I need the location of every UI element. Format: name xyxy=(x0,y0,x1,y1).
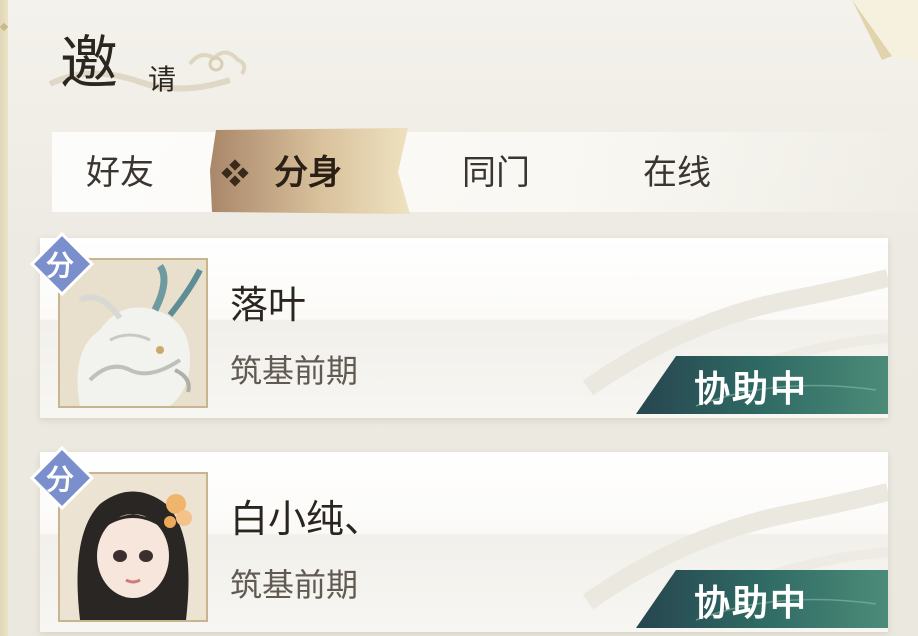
tab-online[interactable]: 在线 xyxy=(643,140,711,206)
diamond-icon xyxy=(221,159,249,187)
status-badge: 协助中 xyxy=(636,356,888,414)
clone-badge-text: 分 xyxy=(46,249,75,282)
tab-clone[interactable]: 分身 xyxy=(210,128,416,216)
page-title-suffix: 请 xyxy=(148,63,177,96)
tab-clone-label: 分身 xyxy=(274,153,342,193)
player-card[interactable]: 分 白小纯、 筑基前期 协助中 xyxy=(30,446,888,632)
tab-sect-label: 同门 xyxy=(462,153,530,193)
tab-online-label: 在线 xyxy=(643,153,711,193)
left-border-decoration xyxy=(0,0,8,636)
page-header: 邀 请 xyxy=(30,6,280,106)
tab-friends[interactable]: 好友 xyxy=(86,140,154,206)
status-badge: 协助中 xyxy=(636,570,888,628)
player-card[interactable]: 分 落叶 筑基前期 协助中 xyxy=(30,232,888,418)
status-text: 协助中 xyxy=(694,582,809,624)
player-realm: 筑基前期 xyxy=(230,352,359,390)
clone-badge-text: 分 xyxy=(46,463,75,496)
status-text: 协助中 xyxy=(694,368,809,410)
corner-ribbon-decoration xyxy=(852,0,918,62)
tab-friends-label: 好友 xyxy=(86,153,154,193)
page-title: 邀 xyxy=(60,29,121,97)
tab-sect[interactable]: 同门 xyxy=(462,140,530,206)
player-name: 落叶 xyxy=(230,283,307,327)
player-realm: 筑基前期 xyxy=(230,566,359,604)
player-name: 白小纯、 xyxy=(230,497,383,541)
